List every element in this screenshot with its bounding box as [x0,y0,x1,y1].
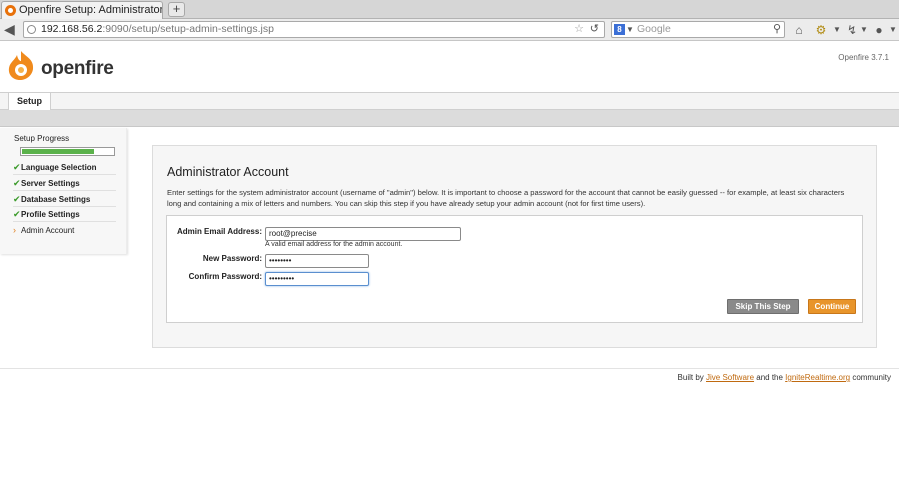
url-path: :9090/setup/setup-admin-settings.jsp [102,23,274,35]
footer: Built by Jive Software and the IgniteRea… [678,373,891,382]
sub-nav-strip [0,110,899,127]
current-step-arrow-icon: › [13,225,16,235]
sidebar-item-label: Server Settings [21,179,80,188]
sidebar-item-label: Database Settings [21,195,91,204]
admin-account-panel: Administrator Account Enter settings for… [152,145,877,348]
bookmark-star-icon[interactable]: ☆ [574,22,584,37]
sidebar-item-database-settings: ✔Database Settings [13,192,116,207]
url-bar[interactable]: 192.168.56.2:9090/setup/setup-admin-sett… [23,21,605,38]
setup-progress-sidebar: Setup Progress ✔Language Selection ✔Serv… [0,128,127,254]
sidebar-item-label: Admin Account [21,226,75,235]
checkmark-icon: ✔ [13,162,21,172]
main-tab-row: Setup [0,92,899,110]
sidebar-item-admin-account: › Admin Account [13,223,116,238]
confirm-password-field[interactable]: ••••••••• [265,272,369,286]
browser-tab-bar: Openfire Setup: Administrator Acc... + [0,0,899,19]
admin-form: Admin Email Address: root@precise A vali… [166,215,863,323]
sidebar-item-label: Language Selection [21,163,97,172]
back-arrow-icon[interactable]: ◀ [4,22,18,36]
email-label: Admin Email Address: [176,227,262,236]
footer-suffix: community [850,373,891,382]
url-host: 192.168.56.2 [41,23,103,35]
jive-software-link[interactable]: Jive Software [706,373,754,382]
browser-nav-bar: ◀ 192.168.56.2:9090/setup/setup-admin-se… [0,19,899,41]
footer-prefix: Built by [677,373,706,382]
new-password-label: New Password: [202,254,262,263]
checkmark-icon: ✔ [13,194,21,204]
confirm-password-label: Confirm Password: [188,272,262,281]
checkmark-icon: ✔ [13,209,21,219]
sidebar-item-language-selection: ✔Language Selection [13,160,116,175]
home-icon[interactable]: ⌂ [792,22,806,38]
sidebar-item-profile-settings: ✔Profile Settings [13,207,116,222]
skip-step-button[interactable]: Skip This Step [727,299,799,314]
page-title: Administrator Account [167,165,289,179]
browser-tab[interactable]: Openfire Setup: Administrator Acc... [1,1,163,19]
setup-progress-bar [20,147,115,156]
footer-middle: and the [754,373,786,382]
openfire-logo-icon [8,51,34,80]
page-description: Enter settings for the system administra… [167,188,845,208]
checkmark-icon: ✔ [13,178,21,188]
engine-dropdown-icon[interactable]: ▼ [626,22,634,37]
openfire-header: openfire Openfire 3.7.1 [0,42,899,92]
google-engine-icon[interactable]: 8 [614,24,625,35]
tab-setup[interactable]: Setup [8,93,51,110]
download-dropdown-icon[interactable]: ▼ [860,22,868,38]
footer-divider [0,368,899,369]
sidebar-item-label: Profile Settings [21,210,80,219]
new-password-field[interactable]: •••••••• [265,254,369,268]
menu-dropdown-icon[interactable]: ▼ [889,22,897,38]
addon-dropdown-icon[interactable]: ▼ [833,22,841,38]
version-label: Openfire 3.7.1 [838,53,889,62]
search-icon[interactable]: ⚲ [773,22,781,37]
setup-progress-title: Setup Progress [14,134,70,143]
email-hint: A valid email address for the admin acco… [265,241,403,248]
email-field[interactable]: root@precise [265,227,461,241]
search-bar[interactable]: 8 ▼ Google ⚲ [611,21,785,38]
addon-gear-icon[interactable]: ⚙ [812,22,830,38]
igniterealtime-link[interactable]: IgniteRealtime.org [785,373,850,382]
browser-tab-title: Openfire Setup: Administrator Acc... [19,4,163,16]
download-arrow-icon[interactable]: ↯ [846,22,858,38]
reload-icon[interactable]: ↺ [590,22,599,37]
openfire-favicon-icon [5,5,16,16]
globe-icon [27,25,36,34]
setup-progress-fill [22,149,95,154]
continue-button[interactable]: Continue [808,299,856,314]
new-tab-button[interactable]: + [168,2,185,17]
menu-circle-icon[interactable]: ● [872,22,886,38]
openfire-logo-text: openfire [41,58,114,79]
search-placeholder: Google [637,23,671,35]
sidebar-item-server-settings: ✔Server Settings [13,176,116,191]
